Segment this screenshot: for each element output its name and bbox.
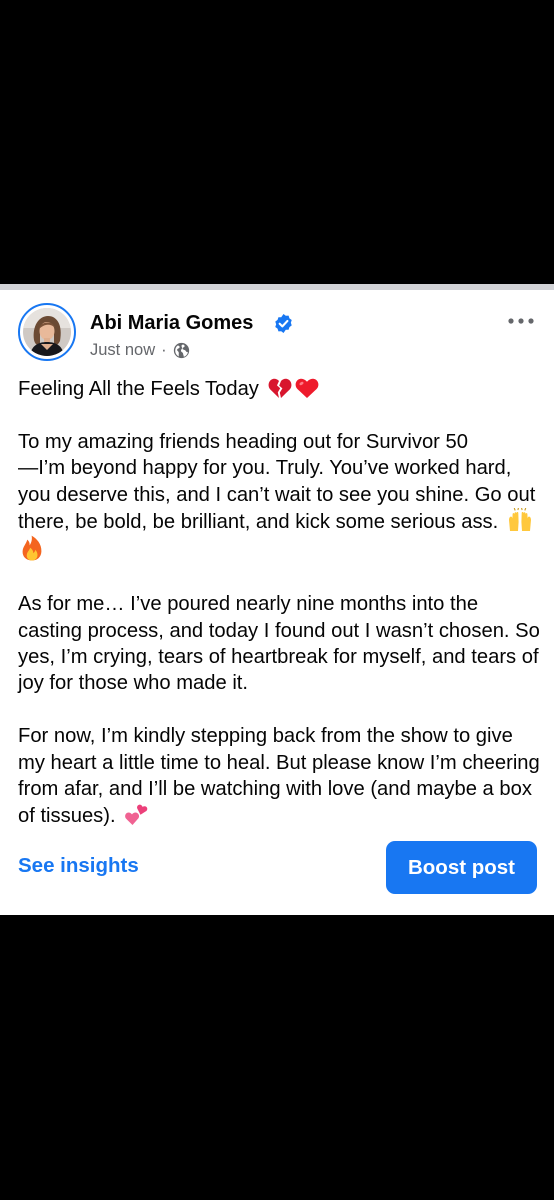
broken-heart-icon	[268, 378, 291, 398]
post-card: Abi Maria Gomes Just now · Feeling All t…	[0, 290, 554, 915]
author-avatar[interactable]	[18, 303, 76, 361]
author-name[interactable]: Abi Maria Gomes	[90, 312, 253, 335]
more-options-icon[interactable]	[507, 316, 535, 326]
paragraph-text: For now, I’m kindly stepping back from t…	[18, 725, 540, 828]
post-paragraph: To my amazing friends heading out for Su…	[18, 429, 540, 565]
post-meta: Just now ·	[90, 341, 190, 360]
post-paragraph: As for me… I’ve poured nearly nine month…	[18, 591, 540, 697]
post-text: Feeling All the Feels Today To my amazin…	[18, 376, 540, 830]
verified-badge-icon	[275, 314, 292, 333]
profile-photo	[23, 308, 71, 356]
raising-hands-icon	[508, 508, 531, 532]
two-hearts-icon	[125, 805, 148, 826]
red-heart-icon	[295, 378, 318, 398]
globe-icon[interactable]	[173, 342, 190, 359]
post-paragraph: Feeling All the Feels Today	[18, 376, 540, 402]
boost-post-button[interactable]: Boost post	[386, 841, 537, 894]
fire-icon	[22, 536, 42, 561]
letterbox-top	[0, 0, 554, 284]
meta-separator: ·	[161, 341, 167, 359]
paragraph-text: To my amazing friends heading out for Su…	[18, 430, 536, 534]
see-insights-link[interactable]: See insights	[18, 854, 139, 878]
post-timestamp[interactable]: Just now	[90, 341, 155, 360]
paragraph-text: As for me… I’ve poured nearly nine month…	[18, 593, 540, 695]
post-paragraph: For now, I’m kindly stepping back from t…	[18, 723, 540, 830]
paragraph-text: Feeling All the Feels Today	[18, 378, 259, 400]
letterbox-bottom	[0, 915, 554, 1200]
